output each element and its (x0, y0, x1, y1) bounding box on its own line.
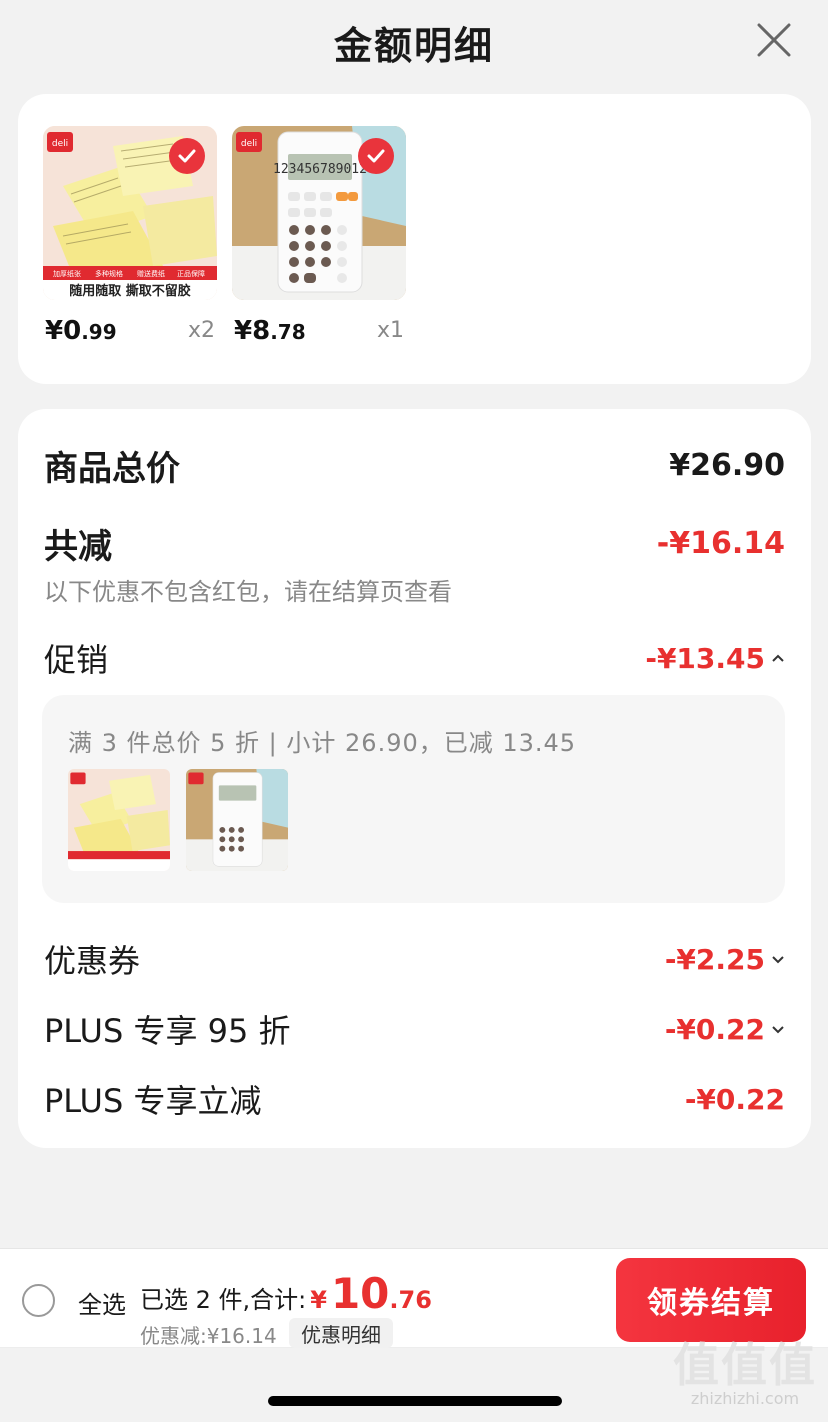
promotion-detail-box: 满 3 件总价 5 折 | 小计 26.90，已减 13.45 (42, 695, 785, 903)
product-caption: 随用随取 撕取不留胶 (69, 283, 191, 299)
total-price-value: ¥26.90 (669, 448, 785, 483)
checkout-button[interactable]: 领券结算 (616, 1258, 806, 1342)
coupon-label: 优惠券 (44, 942, 141, 980)
total-price-label: 商品总价 (44, 449, 180, 489)
selected-summary: 已选 2 件,合计: ¥ 10 .76 (140, 1269, 432, 1318)
chevron-up-icon (772, 654, 784, 662)
promotion-description: 满 3 件总价 5 折 | 小计 26.90，已减 13.45 (68, 729, 577, 757)
total-currency-symbol: ¥ (310, 1286, 327, 1314)
promotion-value: -¥13.45 (645, 641, 765, 675)
svg-text:赠送费纸: 赠送费纸 (137, 269, 165, 278)
promotion-row[interactable]: 促销 -¥13.45 (44, 635, 785, 681)
selected-check-badge[interactable] (169, 138, 205, 174)
watermark: 值值值 zhizhizhi.com (672, 1340, 818, 1418)
check-icon (367, 149, 385, 163)
promotion-product-thumb[interactable] (68, 769, 170, 871)
reduction-note: 以下优惠不包含红包，请在结算页查看 (44, 578, 452, 606)
promotion-value-group: -¥13.45 (645, 642, 785, 675)
product-quantity: x2 (187, 318, 215, 343)
svg-text:deli: deli (241, 139, 257, 149)
close-icon (757, 23, 791, 57)
select-all-checkbox[interactable] (22, 1284, 55, 1317)
price-integer: ¥0 (45, 316, 82, 346)
product-quantity: x1 (376, 318, 404, 343)
plus-reduction-label: PLUS 专享立减 (44, 1082, 262, 1120)
product-image-calculator: 123456789012 deli (232, 126, 406, 300)
product-price: ¥0.99 (45, 316, 117, 346)
discount-detail-button[interactable]: 优惠明细 (289, 1318, 393, 1348)
price-details-card: 商品总价 ¥26.90 共减 -¥16.14 以下优惠不包含红包，请在结算页查看… (18, 409, 811, 1148)
product-item[interactable]: deli 加厚纸张 多种规格 赠送费纸 正品保障 随用随取 撕取不留胶 ¥0.99 … (43, 126, 217, 346)
total-reduction-label: 共减 (44, 527, 112, 567)
discount-summary: 优惠减:¥16.14 (140, 1324, 277, 1348)
select-all-label[interactable]: 全选 (78, 1285, 126, 1320)
checkout-bar: 全选 已选 2 件,合计: ¥ 10 .76 优惠减:¥16.14 优惠明细 领… (0, 1248, 828, 1348)
product-image-sticky-notes: deli 加厚纸张 多种规格 赠送费纸 正品保障 随用随取 撕取不留胶 (43, 126, 217, 300)
total-amount-decimal: .76 (389, 1286, 432, 1314)
chevron-down-icon (772, 956, 784, 964)
svg-text:加厚纸张: 加厚纸张 (53, 269, 81, 278)
watermark-logo: 值值值 (673, 1338, 817, 1392)
promotion-label: 促销 (44, 641, 109, 679)
home-indicator (268, 1396, 562, 1406)
coupon-value-group: -¥2.25 (665, 943, 785, 976)
total-price-row: 商品总价 ¥26.90 (44, 441, 785, 490)
plus-95-discount-value: -¥0.22 (664, 1012, 765, 1046)
plus-95-discount-label: PLUS 专享 95 折 (44, 1012, 291, 1050)
promotion-product-thumb[interactable] (186, 769, 288, 871)
close-button[interactable] (756, 22, 792, 58)
coupon-value: -¥2.25 (664, 942, 765, 976)
total-amount-integer: 10 (330, 1269, 390, 1318)
selected-check-badge[interactable] (358, 138, 394, 174)
product-item[interactable]: 123456789012 deli ¥8.78 x1 (232, 126, 406, 346)
plus-95-discount-row[interactable]: PLUS 专享 95 折 -¥0.22 (44, 1006, 785, 1052)
check-icon (178, 149, 196, 163)
total-reduction-row: 共减 -¥16.14 (44, 519, 785, 568)
watermark-url: zhizhizhi.com (690, 1389, 800, 1408)
chevron-down-icon (772, 1026, 784, 1034)
svg-text:deli: deli (52, 139, 68, 149)
svg-text:123456789012: 123456789012 (273, 162, 367, 177)
svg-text:多种规格: 多种规格 (95, 269, 123, 278)
header: 金额明细 (0, 0, 828, 84)
page-title: 金额明细 (333, 23, 494, 68)
product-price: ¥8.78 (234, 316, 306, 346)
selected-count-text: 已选 2 件,合计: (140, 1286, 307, 1314)
price-decimal: .78 (270, 320, 306, 344)
svg-text:正品保障: 正品保障 (177, 269, 205, 278)
selected-products-card: deli 加厚纸张 多种规格 赠送费纸 正品保障 随用随取 撕取不留胶 ¥0.99 … (18, 94, 811, 384)
total-reduction-value: -¥16.14 (656, 526, 785, 561)
coupon-row[interactable]: 优惠券 -¥2.25 (44, 936, 785, 982)
plus-reduction-value: -¥0.22 (684, 1082, 785, 1116)
price-integer: ¥8 (234, 316, 271, 346)
plus-95-discount-value-group: -¥0.22 (665, 1013, 785, 1046)
price-decimal: .99 (81, 320, 117, 344)
plus-reduction-row: PLUS 专享立减 -¥0.22 (44, 1076, 785, 1122)
